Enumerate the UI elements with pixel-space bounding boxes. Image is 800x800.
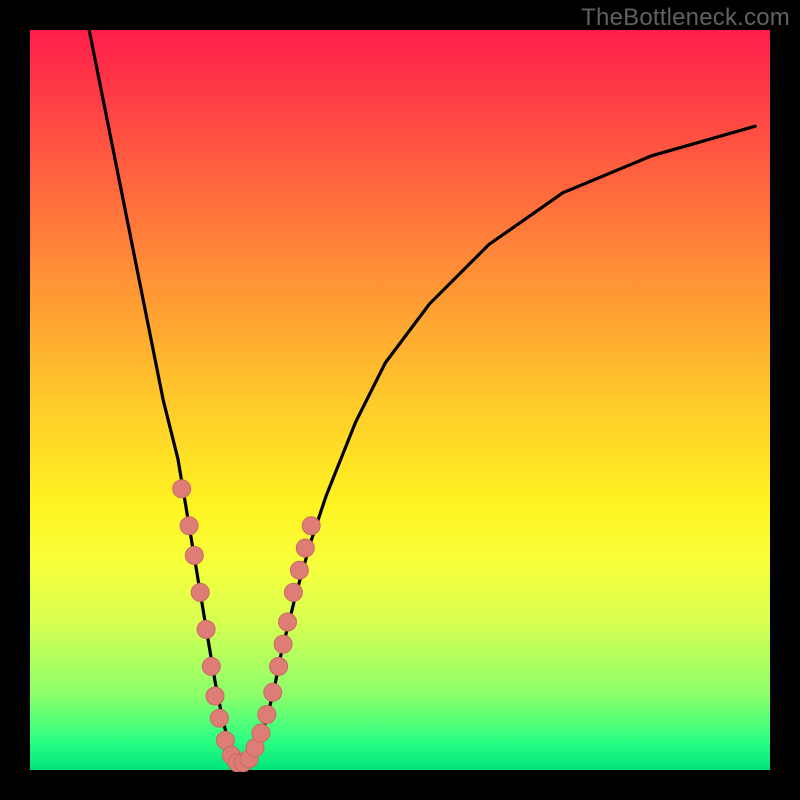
plot-area [30,30,770,770]
marker-dot [290,561,308,579]
marker-dot [252,724,270,742]
watermark-text: TheBottleneck.com [581,4,790,32]
marker-dot [180,517,198,535]
marker-dot [258,706,276,724]
marker-layer [173,480,321,772]
marker-dot [206,687,224,705]
marker-dot [279,613,297,631]
marker-dot [274,635,292,653]
marker-dot [210,709,228,727]
marker-dot [197,620,215,638]
marker-dot [202,657,220,675]
chart-frame: TheBottleneck.com [0,0,800,800]
marker-dot [185,546,203,564]
bottleneck-curve [89,30,755,763]
chart-svg [30,30,770,770]
marker-dot [284,583,302,601]
marker-dot [302,517,320,535]
marker-dot [191,583,209,601]
marker-dot [296,539,314,557]
marker-dot [173,480,191,498]
marker-dot [270,657,288,675]
curve-layer [89,30,755,763]
marker-dot [264,683,282,701]
